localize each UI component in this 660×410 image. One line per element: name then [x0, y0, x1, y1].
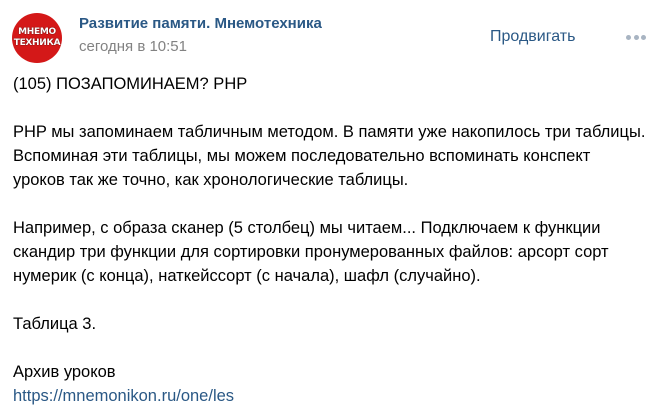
more-dot [633, 34, 639, 40]
more-horizontal-icon[interactable] [626, 34, 646, 40]
more-dot [641, 34, 646, 40]
promote-button[interactable]: Продвигать [490, 28, 575, 46]
post-paragraph-2: Например, с образа сканер (5 столбец) мы… [13, 219, 609, 285]
post-paragraph-1: PHP мы запоминаем табличным методом. В п… [13, 123, 646, 189]
archive-link[interactable]: https://mnemonikon.ru/one/les [13, 384, 653, 408]
community-avatar[interactable]: МНЕМО ТЕХНИКА [12, 13, 62, 63]
avatar-logo-line-2: ТЕХНИКА [13, 38, 61, 48]
post-heading: (105) ПОЗАПОМИНАЕМ? PHP [13, 75, 248, 93]
wall-post: МНЕМО ТЕХНИКА Развитие памяти. Мнемотехн… [0, 0, 660, 410]
archive-label: Архив уроков [13, 363, 116, 381]
community-name-link[interactable]: Развитие памяти. Мнемотехника [79, 15, 322, 32]
more-dot [626, 34, 631, 40]
post-text: (105) ПОЗАПОМИНАЕМ? PHP PHP мы запоминае… [13, 72, 653, 408]
post-paragraph-3: Таблица 3. [13, 315, 97, 333]
avatar-logo-line-1: МНЕМО [18, 27, 56, 37]
post-date-link[interactable]: сегодня в 10:51 [79, 38, 187, 55]
